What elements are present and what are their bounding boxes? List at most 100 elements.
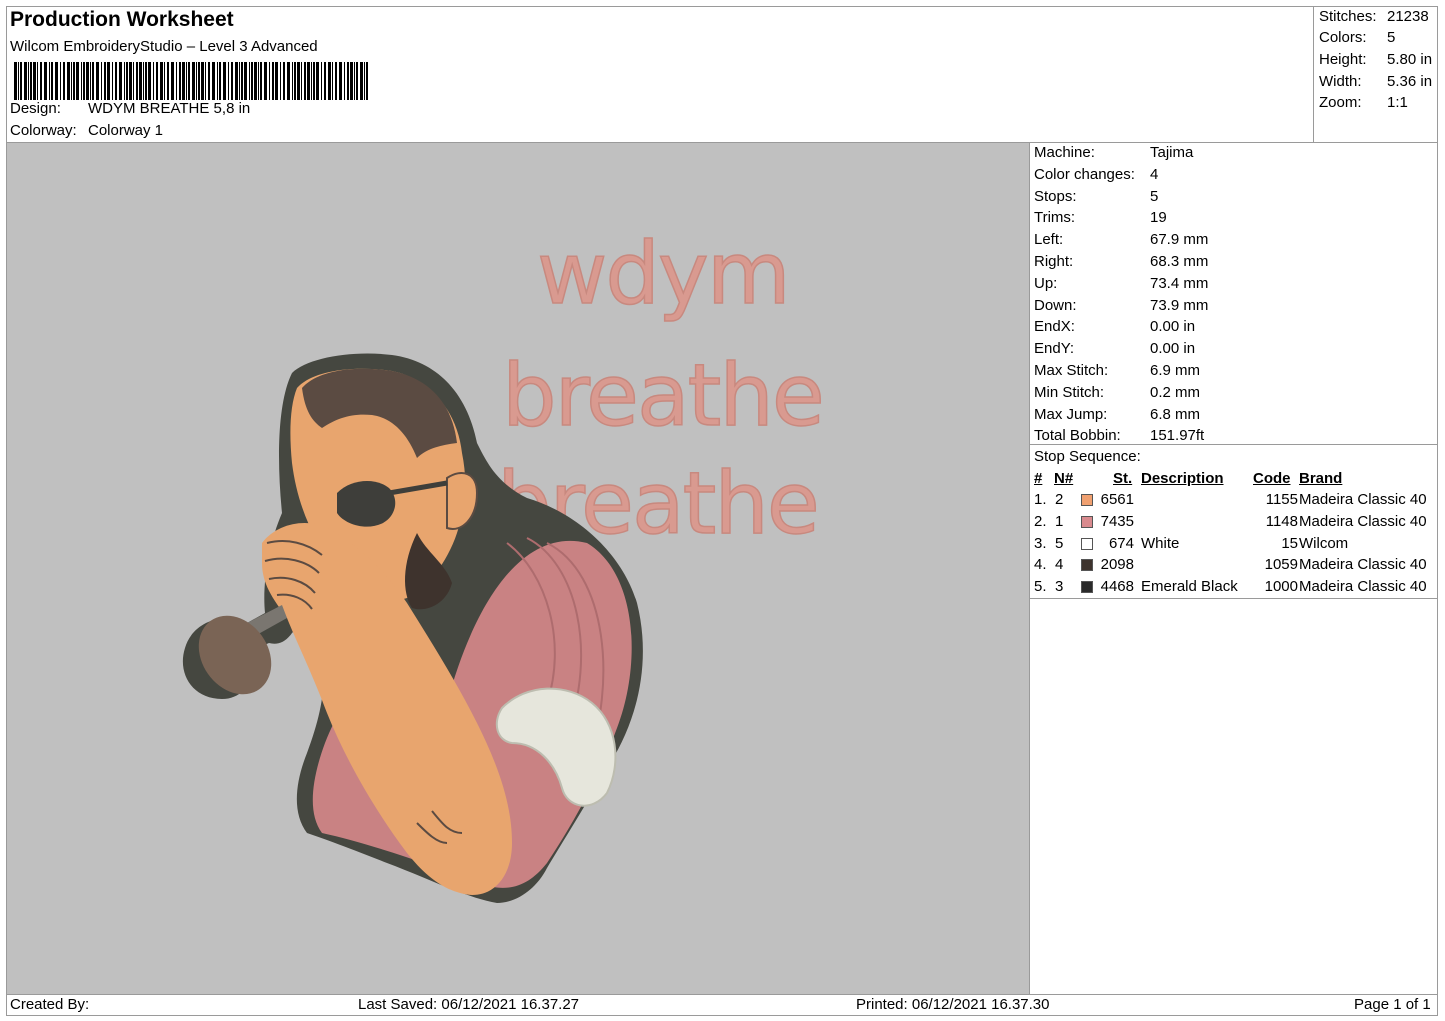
machine-info-value: 67.9 mm xyxy=(1150,231,1209,249)
machine-info-row: Stops: 5 xyxy=(1034,188,1158,205)
machine-info-row: Up: 73.4 mm xyxy=(1034,275,1208,292)
machine-info-row: Left: 67.9 mm xyxy=(1034,231,1208,248)
design-text-line: breathe xyxy=(502,346,823,446)
stop-row-code: 15 xyxy=(1281,534,1298,552)
design-preview: wdym breathe breathe xyxy=(7,143,1030,994)
stat-row: Height: 5.80 in xyxy=(1319,51,1432,68)
stat-label: Colors: xyxy=(1319,29,1367,46)
stop-row-number: 3. xyxy=(1034,534,1047,552)
colorway-label: Colorway: xyxy=(10,122,77,139)
machine-info-label: Color changes: xyxy=(1034,165,1135,183)
stat-value: 5 xyxy=(1387,29,1396,46)
machine-info-panel: Machine: Tajima Color changes: 4 Stops: 5 Trim… xyxy=(1030,143,1438,445)
stop-row-stitches: 2098 xyxy=(1100,556,1134,574)
page-title: Production Worksheet xyxy=(10,8,234,31)
machine-info-label: Stops: xyxy=(1034,187,1077,205)
page-number: Page 1 of 1 xyxy=(1354,996,1431,1013)
machine-info-label: Right: xyxy=(1034,253,1074,270)
machine-info-value: 0.00 in xyxy=(1150,318,1196,336)
machine-info-value: Tajima xyxy=(1150,144,1194,161)
machine-info-row: Trims: 19 xyxy=(1034,209,1167,226)
machine-info-value: 0.2 mm xyxy=(1150,383,1201,401)
stop-row-description: Emerald Black xyxy=(1141,578,1238,596)
stop-row-brand: Madeira Classic 40 xyxy=(1299,578,1427,596)
design-text-line: wdym xyxy=(537,224,789,324)
stat-row: Stitches: 21238 xyxy=(1319,8,1429,25)
stop-row-number: 4. xyxy=(1034,556,1047,574)
thread-color-swatch xyxy=(1081,581,1093,594)
sunglasses-shape xyxy=(337,481,396,527)
stat-label: Zoom: xyxy=(1319,94,1362,111)
stop-row-stitches: 7435 xyxy=(1100,512,1134,530)
machine-info-value: 6.9 mm xyxy=(1150,362,1201,379)
machine-info-row: Max Stitch: 6.9 mm xyxy=(1034,362,1200,379)
col-header-brand: Brand xyxy=(1299,470,1343,487)
stat-row: Width: 5.36 in xyxy=(1319,73,1432,90)
col-header-num: # xyxy=(1034,470,1043,487)
machine-info-row: EndX: 0.00 in xyxy=(1034,318,1195,335)
colorway-value: Colorway 1 xyxy=(88,122,164,139)
machine-info-label: Max Jump: xyxy=(1034,405,1108,423)
machine-info-value: 73.4 mm xyxy=(1150,274,1209,292)
stop-row-brand: Madeira Classic 40 xyxy=(1299,512,1427,530)
design-value: WDYM BREATHE 5,8 in xyxy=(88,100,251,117)
stop-row-code: 1148 xyxy=(1265,512,1298,530)
machine-info-row: Color changes: 4 xyxy=(1034,166,1158,183)
stat-row: Colors: 5 xyxy=(1319,29,1395,46)
machine-info-value: 0.00 in xyxy=(1150,340,1196,358)
printed-date: Printed: 06/12/2021 16.37.30 xyxy=(856,996,1050,1013)
stop-row-stitches: 6561 xyxy=(1100,491,1134,508)
col-header-description: Description xyxy=(1141,470,1224,487)
stat-value: 21238 xyxy=(1387,8,1429,25)
stop-row-brand: Wilcom xyxy=(1299,534,1349,552)
design-label: Design: xyxy=(10,100,61,117)
stop-row-stitches: 674 xyxy=(1108,534,1134,552)
machine-info-row: Min Stitch: 0.2 mm xyxy=(1034,384,1200,401)
machine-info-label: Machine: xyxy=(1034,144,1095,161)
stop-row-needle: 1 xyxy=(1055,512,1064,530)
stat-label: Height: xyxy=(1319,51,1367,68)
stop-row-number: 1. xyxy=(1034,491,1047,508)
stop-row-code: 1000 xyxy=(1264,578,1298,596)
machine-info-label: Down: xyxy=(1034,296,1077,314)
col-header-stitches: St. xyxy=(1113,470,1133,487)
machine-info-label: EndX: xyxy=(1034,318,1075,336)
machine-info-label: Min Stitch: xyxy=(1034,383,1105,401)
machine-info-label: Max Stitch: xyxy=(1034,362,1109,379)
stat-value: 5.80 in xyxy=(1387,51,1433,68)
machine-info-value: 19 xyxy=(1150,209,1167,227)
machine-info-row: EndY: 0.00 in xyxy=(1034,340,1195,357)
stop-sequence-caption: Stop Sequence: xyxy=(1034,448,1141,465)
stop-row-needle: 2 xyxy=(1055,491,1064,508)
machine-info-row: Down: 73.9 mm xyxy=(1034,297,1208,314)
stop-sequence-panel: Stop Sequence: # N# St. Description Code… xyxy=(1030,445,1438,599)
thread-color-swatch xyxy=(1081,559,1093,572)
machine-info-value: 151.97ft xyxy=(1150,427,1205,445)
thread-color-swatch xyxy=(1081,515,1093,528)
stat-value: 1:1 xyxy=(1387,94,1408,111)
embroidery-artwork: wdym breathe breathe xyxy=(182,223,826,903)
machine-info-row: Max Jump: 6.8 mm xyxy=(1034,406,1200,423)
col-header-code: Code xyxy=(1253,470,1291,487)
stop-row-number: 5. xyxy=(1034,578,1047,596)
stop-row-needle: 3 xyxy=(1055,578,1064,596)
stop-row-number: 2. xyxy=(1034,512,1047,530)
machine-info-value: 4 xyxy=(1150,165,1159,183)
stop-row-code: 1155 xyxy=(1265,491,1298,508)
design-row: Design: WDYM BREATHE 5,8 in xyxy=(10,100,250,117)
stats-panel: Stitches: 21238 Colors: 5 Height: 5.80 in W… xyxy=(1314,6,1438,143)
software-name: Wilcom EmbroideryStudio – Level 3 Advanc… xyxy=(10,38,318,55)
stop-row-code: 1059 xyxy=(1264,556,1298,574)
stop-row-brand: Madeira Classic 40 xyxy=(1299,491,1427,508)
stop-row-needle: 4 xyxy=(1055,556,1064,574)
stop-row-brand: Madeira Classic 40 xyxy=(1299,556,1427,574)
machine-info-label: EndY: xyxy=(1034,340,1075,358)
machine-info-row: Machine: Tajima xyxy=(1034,144,1193,161)
machine-info-value: 73.9 mm xyxy=(1150,296,1209,314)
machine-info-label: Up: xyxy=(1034,274,1058,292)
stat-value: 5.36 in xyxy=(1387,73,1433,90)
barcode xyxy=(14,62,368,100)
created-by: Created By: xyxy=(10,996,90,1013)
machine-info-row: Right: 68.3 mm xyxy=(1034,253,1208,270)
stop-row-stitches: 4468 xyxy=(1100,578,1134,596)
